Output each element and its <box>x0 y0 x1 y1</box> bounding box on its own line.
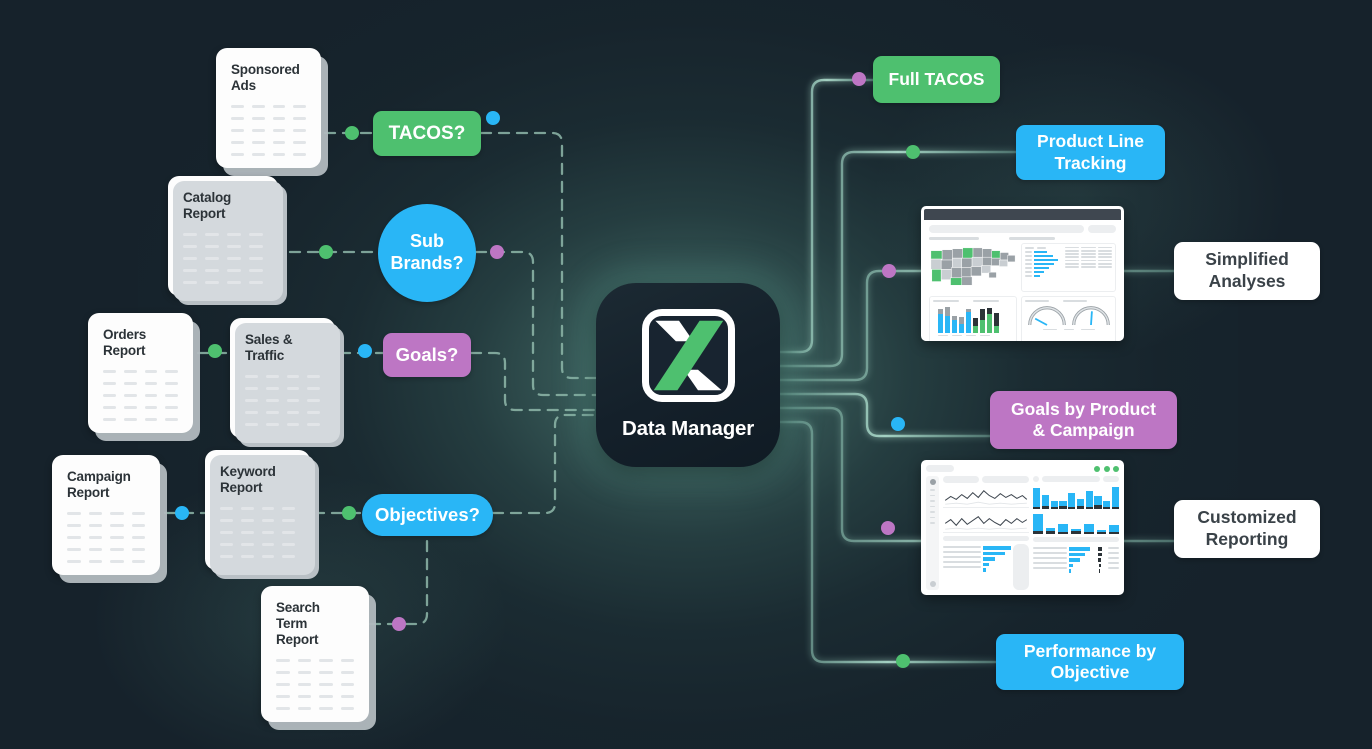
dashboard-filter-field[interactable] <box>1088 225 1116 233</box>
report-card-rows <box>67 511 145 563</box>
dot-performance <box>896 654 910 668</box>
dot-keyword-objectives <box>342 506 356 520</box>
funnel-and-table-panel[interactable] <box>1021 242 1116 292</box>
dot-product-line <box>906 145 920 159</box>
dot-customized <box>881 521 895 535</box>
output-node-label: Simplified Analyses <box>1205 249 1289 291</box>
dot-sponsored-tacos <box>345 126 359 140</box>
output-node-customized-reporting[interactable]: Customized Reporting <box>1174 500 1320 558</box>
funnel-bar-chart <box>1025 250 1062 277</box>
dot-full-tacos <box>852 72 866 86</box>
stacked-bar-chart <box>933 304 1013 333</box>
gauge-icon <box>1027 305 1066 326</box>
report-card-sales-traffic[interactable]: Sales & Traffic <box>230 318 344 447</box>
dashboard-reporting[interactable] <box>921 460 1124 595</box>
dashboard-tab[interactable] <box>943 476 980 483</box>
dot-catalog-sub <box>319 245 333 259</box>
data-table[interactable] <box>1033 545 1119 590</box>
hub-data-manager[interactable]: Data Manager <box>596 283 780 467</box>
x-logo-icon <box>641 309 735 402</box>
dot-campaign-keyword <box>175 506 189 520</box>
report-card-title: Search Term Report <box>276 600 320 647</box>
dashboard-search-field[interactable] <box>1042 476 1100 482</box>
diagram-canvas: Sponsored Ads Catalog Report Orders Repo… <box>0 0 1372 749</box>
report-card-rows <box>245 374 320 426</box>
output-node-label: Customized Reporting <box>1197 507 1297 549</box>
output-node-label: Product Line Tracking <box>1037 131 1144 173</box>
question-node-label: Sub Brands? <box>390 231 464 273</box>
hub-label: Data Manager <box>621 417 755 440</box>
report-card-keyword-report[interactable]: Keyword Report <box>205 450 319 579</box>
report-card-title: Sales & Traffic <box>245 332 293 363</box>
report-card-title: Keyword Report <box>220 464 276 495</box>
dot-sales-goals <box>358 344 372 358</box>
dot-goals-by-product <box>891 417 905 431</box>
line-chart[interactable] <box>943 511 1029 533</box>
dashboard-logo-placeholder <box>926 465 954 472</box>
output-node-goals-by-product[interactable]: Goals by Product & Campaign <box>990 391 1177 449</box>
sidebar-nav[interactable] <box>926 476 939 590</box>
question-node-label: TACOS? <box>388 122 466 144</box>
question-node-tacos[interactable]: TACOS? <box>373 111 481 156</box>
dashboard-body <box>924 220 1121 341</box>
dashboard-section-label <box>929 237 979 240</box>
report-card-rows <box>103 369 178 421</box>
report-card-rows <box>231 104 306 156</box>
bar-chart[interactable] <box>1033 512 1120 534</box>
dashboard-titlebar <box>924 209 1121 220</box>
gauge-icon <box>1071 305 1110 325</box>
data-table-widget <box>1064 246 1112 288</box>
output-node-simplified-analyses[interactable]: Simplified Analyses <box>1174 242 1320 300</box>
dashboard-section-label <box>1009 237 1055 240</box>
status-dot <box>1094 465 1100 472</box>
question-node-goals[interactable]: Goals? <box>383 333 471 377</box>
question-node-label: Goals? <box>395 344 459 365</box>
report-card-catalog-report[interactable]: Catalog Report <box>168 176 287 305</box>
report-card-orders-report[interactable]: Orders Report <box>88 313 193 433</box>
dashboard-body <box>921 460 1124 595</box>
stacked-bar-chart-panel[interactable] <box>929 295 1017 341</box>
status-dot <box>1103 465 1110 472</box>
data-table[interactable] <box>943 544 1029 590</box>
output-node-performance-by-objective[interactable]: Performance by Objective <box>996 634 1184 690</box>
report-card-title: Sponsored Ads <box>231 62 300 93</box>
question-node-sub-brands[interactable]: Sub Brands? <box>378 204 476 302</box>
report-card-rows <box>276 658 354 710</box>
report-card-title: Orders Report <box>103 327 147 358</box>
report-card-rows <box>183 232 263 284</box>
output-node-full-tacos[interactable]: Full TACOS <box>873 56 1000 103</box>
status-dot <box>1113 465 1119 472</box>
report-card-title: Catalog Report <box>183 190 232 221</box>
dashboard-analytics[interactable] <box>921 206 1124 341</box>
dot-sub-hub <box>490 245 504 259</box>
output-node-label: Performance by Objective <box>1023 640 1157 682</box>
output-node-label: Full TACOS <box>888 69 985 89</box>
question-node-label: Objectives? <box>375 504 480 525</box>
us-map-choropleth-widget[interactable] <box>929 243 1017 292</box>
gauge-pair-panel[interactable] <box>1021 295 1116 341</box>
report-card-sponsored-ads[interactable]: Sponsored Ads <box>216 48 321 168</box>
report-card-rows <box>220 506 295 558</box>
report-card-campaign-report[interactable]: Campaign Report <box>52 455 160 575</box>
dot-search-objectives <box>392 617 406 631</box>
dot-tacos-hub <box>486 111 500 125</box>
report-card-search-term[interactable]: Search Term Report <box>261 586 369 722</box>
output-node-label: Goals by Product & Campaign <box>1011 398 1156 440</box>
dot-orders-sales <box>208 344 222 358</box>
dashboard-tab[interactable] <box>982 476 1029 483</box>
question-node-objectives[interactable]: Objectives? <box>362 494 493 536</box>
dashboard-search-field[interactable] <box>929 225 1084 233</box>
dashboard-filter-field[interactable] <box>1103 476 1119 482</box>
report-card-title: Campaign Report <box>67 469 131 500</box>
line-chart[interactable] <box>943 486 1029 508</box>
output-node-product-line[interactable]: Product Line Tracking <box>1016 125 1165 180</box>
dot-simplified <box>882 264 896 278</box>
bar-chart[interactable] <box>1033 485 1119 509</box>
